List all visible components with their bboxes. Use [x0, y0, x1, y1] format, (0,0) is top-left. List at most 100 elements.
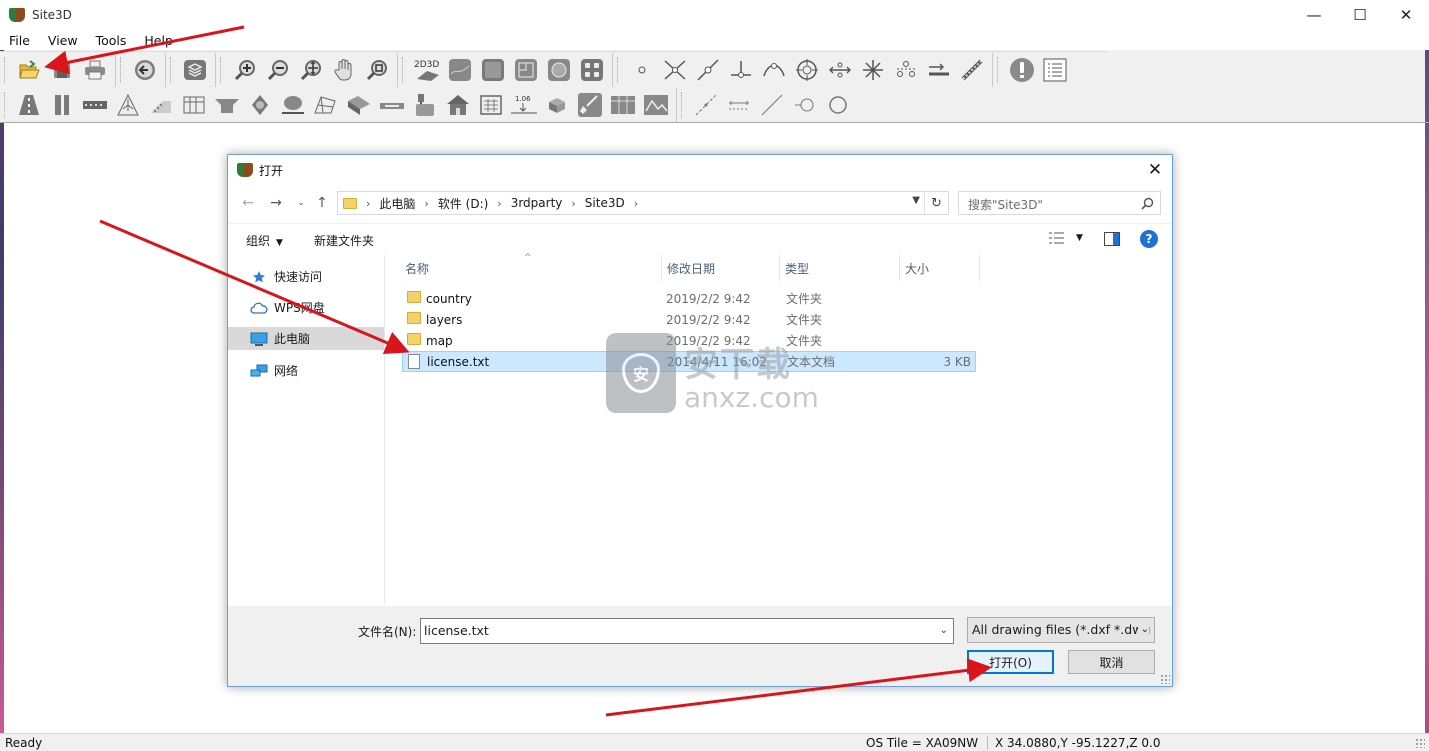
offset-button[interactable]: [924, 55, 954, 85]
status-resize-grip[interactable]: [1415, 738, 1425, 748]
surface-button[interactable]: [478, 55, 508, 85]
open-button[interactable]: 打开(O): [967, 650, 1054, 674]
warning-button[interactable]: [1007, 55, 1037, 85]
shovel-button[interactable]: [575, 90, 605, 120]
surface-icon: [481, 58, 504, 81]
survey-button[interactable]: [957, 55, 987, 85]
nav-back-button[interactable]: ←: [238, 193, 258, 213]
perpendicular-button[interactable]: [726, 55, 756, 85]
back-button[interactable]: [130, 55, 160, 85]
circle-button[interactable]: [823, 90, 853, 120]
road-button[interactable]: [14, 90, 44, 120]
terrain-button[interactable]: [445, 55, 475, 85]
manhole-button[interactable]: [245, 90, 275, 120]
profile-button[interactable]: [641, 90, 671, 120]
star-button[interactable]: [858, 55, 888, 85]
ramp-button[interactable]: [344, 90, 374, 120]
breadcrumb-drive[interactable]: 软件 (D:): [438, 195, 488, 212]
close-button[interactable]: ✕: [1383, 0, 1429, 30]
address-bar[interactable]: › 此电脑 › 软件 (D:) › 3rdparty › Site3D › ▼ …: [337, 191, 949, 215]
stakeout-button[interactable]: [891, 55, 921, 85]
file-type-select[interactable]: All drawing files (*.dxf *.dwg ⌄: [967, 617, 1155, 643]
nav-up-button[interactable]: ↑: [312, 193, 332, 213]
organize-button[interactable]: 组织 ▼: [246, 232, 283, 249]
nav-recent-dropdown[interactable]: ⌄: [291, 193, 311, 213]
plane-button[interactable]: [311, 90, 341, 120]
sheet-button[interactable]: [511, 55, 541, 85]
chevron-down-icon[interactable]: ⌄: [940, 619, 948, 643]
target-button[interactable]: [792, 55, 822, 85]
menu-tools[interactable]: Tools: [87, 33, 136, 48]
breadcrumb-3rdparty[interactable]: 3rdparty: [511, 196, 563, 210]
layers-button[interactable]: [180, 55, 210, 85]
menu-file[interactable]: File: [0, 33, 39, 48]
search-box[interactable]: 搜索"Site3D": [958, 191, 1161, 215]
organize-label: 组织: [246, 234, 271, 248]
print-button[interactable]: [80, 55, 110, 85]
zoom-in-button[interactable]: [230, 55, 260, 85]
diag-line-button[interactable]: [757, 90, 787, 120]
dashed-line-button[interactable]: [691, 90, 721, 120]
minimize-button[interactable]: —: [1291, 0, 1337, 30]
nav-network[interactable]: 网络: [228, 359, 384, 382]
house-button[interactable]: [443, 90, 473, 120]
address-dropdown-icon[interactable]: ▼: [912, 195, 920, 206]
2d3d-button[interactable]: 2D3D: [412, 55, 442, 85]
point-button[interactable]: [627, 55, 657, 85]
new-folder-button[interactable]: 新建文件夹: [314, 232, 374, 249]
zoom-window-button[interactable]: [362, 55, 392, 85]
pit-button[interactable]: [278, 90, 308, 120]
globe-button[interactable]: [544, 55, 574, 85]
line-point-button[interactable]: [693, 55, 723, 85]
circle-point-button[interactable]: [790, 90, 820, 120]
dimension-button[interactable]: [825, 55, 855, 85]
dialog-close-button[interactable]: ✕: [1144, 159, 1166, 181]
nav-wps-drive[interactable]: WPS网盘: [228, 296, 384, 319]
junction-button[interactable]: [113, 90, 143, 120]
culvert-button[interactable]: [377, 90, 407, 120]
pan-button[interactable]: [329, 55, 359, 85]
view-options-button[interactable]: ▼: [1048, 231, 1083, 245]
grid-button[interactable]: [577, 55, 607, 85]
dim-line-button[interactable]: [724, 90, 754, 120]
menu-view[interactable]: View: [39, 33, 87, 48]
preview-pane-icon[interactable]: [1104, 232, 1120, 246]
zoom-extents-button[interactable]: [296, 55, 326, 85]
rail-button[interactable]: [80, 90, 110, 120]
column-header-size[interactable]: 大小: [900, 255, 980, 281]
open-button[interactable]: [14, 55, 44, 85]
column-header-date[interactable]: 修改日期: [662, 255, 780, 281]
cloud-icon: [250, 302, 268, 314]
column-header-name[interactable]: 名称 ^: [386, 253, 662, 281]
tank-button[interactable]: [410, 90, 440, 120]
column-header-type[interactable]: 类型: [780, 255, 900, 281]
file-row-layers[interactable]: layers 2019/2/2 9:42 文件夹: [402, 309, 976, 330]
channel-button[interactable]: [212, 90, 242, 120]
breadcrumb-site3d[interactable]: Site3D: [585, 196, 625, 210]
save-button[interactable]: [47, 55, 77, 85]
kerb-button[interactable]: [47, 90, 77, 120]
nav-forward-button[interactable]: →: [266, 193, 286, 213]
cancel-button[interactable]: 取消: [1068, 650, 1155, 674]
breadcrumb-this-pc[interactable]: 此电脑: [379, 195, 415, 212]
menu-help[interactable]: Help: [135, 33, 182, 48]
nav-this-pc[interactable]: 此电脑: [228, 327, 384, 350]
wall-button[interactable]: [608, 90, 638, 120]
level-button[interactable]: 1.06: [509, 90, 539, 120]
box-button[interactable]: [542, 90, 572, 120]
building-button[interactable]: [179, 90, 209, 120]
help-icon[interactable]: ?: [1140, 230, 1158, 248]
refresh-icon[interactable]: ↻: [924, 192, 948, 214]
nav-quick-access[interactable]: 快速访问: [228, 265, 384, 288]
arc-button[interactable]: [759, 55, 789, 85]
circle-icon: [828, 96, 847, 114]
dialog-resize-grip[interactable]: [1160, 674, 1170, 684]
slope-button[interactable]: [146, 90, 176, 120]
zoom-out-button[interactable]: [263, 55, 293, 85]
file-row-country[interactable]: country 2019/2/2 9:42 文件夹: [402, 288, 976, 309]
panel-button[interactable]: [476, 90, 506, 120]
list-button[interactable]: [1040, 55, 1070, 85]
maximize-button[interactable]: ☐: [1337, 0, 1383, 30]
intersect-button[interactable]: [660, 55, 690, 85]
filename-input[interactable]: license.txt ⌄: [420, 618, 954, 644]
